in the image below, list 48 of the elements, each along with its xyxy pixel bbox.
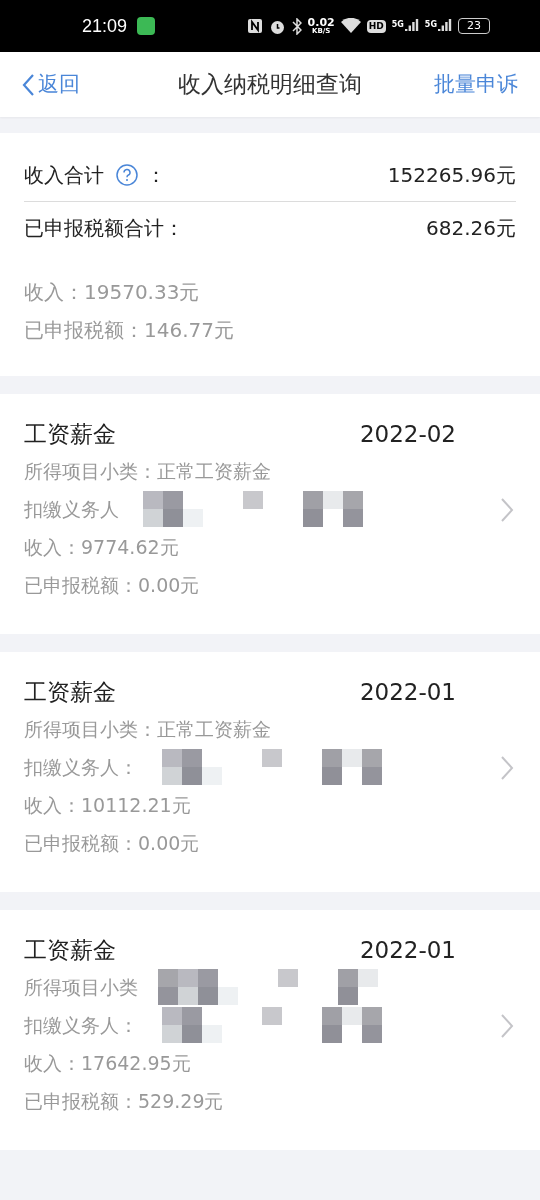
withholder-label: 扣缴义务人：: [24, 754, 138, 780]
record-period: 2022-01: [359, 935, 456, 965]
batch-appeal-button[interactable]: 批量申诉: [434, 68, 518, 101]
record-tax: 已申报税额：529.29元: [24, 1089, 225, 1114]
record-income: 收入：9774.62元: [24, 535, 180, 560]
chevron-right-icon: [500, 755, 514, 781]
network-type: 5G: [391, 19, 404, 31]
record-income: 收入：10112.21元: [24, 793, 192, 818]
subcategory-text: 所得项目小类：正常工资薪金: [24, 458, 271, 484]
income-total-value: 152265.96元: [387, 162, 516, 189]
record-title: 工资薪金: [24, 419, 116, 449]
income-total-label: 收入合计: [24, 162, 104, 189]
back-chevron-icon: [22, 73, 34, 96]
record-income: 收入：17642.95元: [24, 1051, 192, 1076]
help-icon[interactable]: [116, 164, 138, 186]
colon: ：: [146, 162, 166, 189]
summary-line: 已申报税额：146.77元: [24, 317, 235, 344]
bluetooth-icon: [291, 17, 302, 35]
record-title: 工资薪金: [24, 677, 116, 707]
withholder-label: 扣缴义务人: [24, 496, 119, 522]
income-record-card[interactable]: 工资薪金 2022-01 所得项目小类 扣缴义务人： 收入：17642.95元 已申报税额：529.29元: [0, 910, 540, 1150]
tax-total-value: 682.26元: [426, 215, 516, 242]
record-tax: 已申报税额：0.00元: [24, 573, 201, 598]
network-type: 5G: [424, 19, 437, 31]
chevron-right-icon: [500, 1013, 514, 1039]
record-period: 2022-01: [359, 677, 456, 707]
hd-badge: HD: [366, 19, 386, 33]
summary-line: 收入：19570.33元: [24, 279, 201, 306]
income-record-card[interactable]: 工资薪金 2022-01 所得项目小类：正常工资薪金 扣缴义务人： 收入：10112.21元 已申报税额：0.00元: [0, 652, 540, 892]
chevron-right-icon: [500, 497, 514, 523]
withholder-label: 扣缴义务人：: [24, 1012, 138, 1038]
nfc-icon: [246, 18, 263, 34]
clock: 21:09: [82, 14, 128, 38]
signal-icon: [404, 19, 419, 33]
tax-total-label: 已申报税额合计：: [24, 215, 184, 242]
wifi-icon: [340, 18, 361, 34]
back-button[interactable]: 返回: [22, 68, 80, 101]
signal-icon: [438, 19, 452, 33]
app-icon: [137, 17, 156, 35]
subcategory-text: 所得项目小类：正常工资薪金: [24, 716, 271, 742]
subcategory-text: 所得项目小类: [24, 974, 138, 1000]
income-record-card[interactable]: 工资薪金 2022-02 所得项目小类：正常工资薪金 扣缴义务人 收入：9774.62元 已申报税额：0.00元: [0, 394, 540, 634]
page-title: 收入纳税明细查询: [178, 70, 362, 100]
record-period: 2022-02: [359, 419, 456, 449]
record-title: 工资薪金: [24, 935, 116, 965]
network-speed: 0.02: [307, 17, 335, 28]
record-tax: 已申报税额：0.00元: [24, 831, 201, 856]
battery-indicator: 23: [458, 18, 490, 34]
